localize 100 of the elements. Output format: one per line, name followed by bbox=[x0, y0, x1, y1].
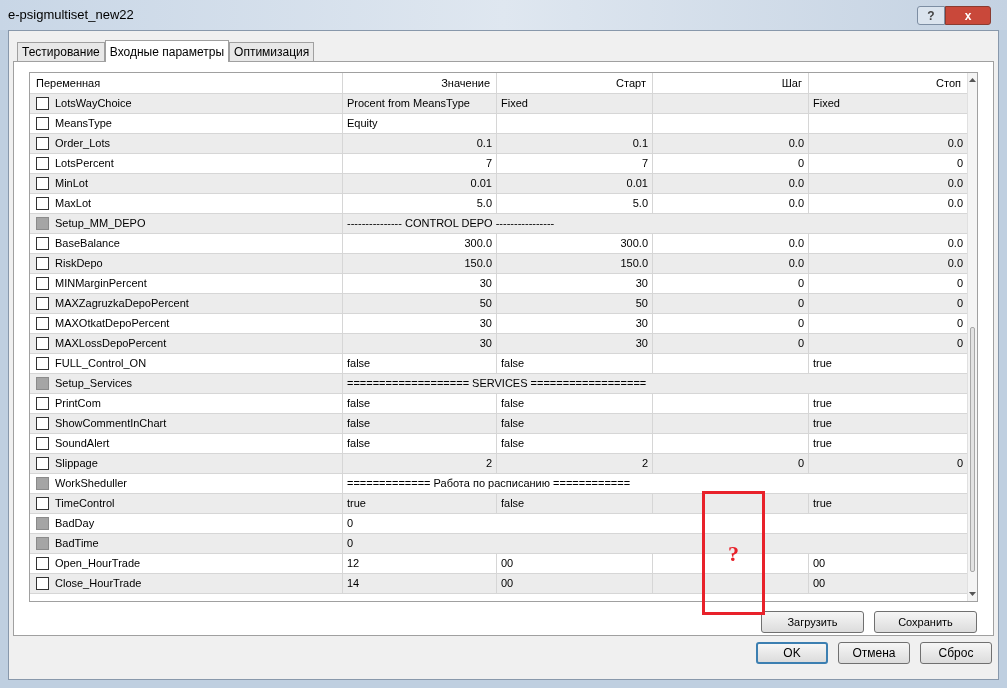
checkbox[interactable] bbox=[36, 357, 49, 370]
parameter-name: MeansType bbox=[55, 116, 112, 132]
table-cell: 12 bbox=[342, 554, 496, 573]
checkbox[interactable] bbox=[36, 437, 49, 450]
close-button[interactable]: x bbox=[945, 5, 991, 25]
table-cell: 5.0 bbox=[496, 194, 652, 213]
scroll-down-icon[interactable] bbox=[969, 592, 976, 596]
parameter-name: WorkSheduller bbox=[55, 476, 127, 492]
tab[interactable]: Оптимизация bbox=[229, 42, 315, 61]
checkbox[interactable] bbox=[36, 317, 49, 330]
table-cell: 0.1 bbox=[496, 134, 652, 153]
table-cell: 0 bbox=[652, 314, 808, 333]
table-cell: Fixed bbox=[496, 94, 652, 113]
table-cell: 0 bbox=[652, 294, 808, 313]
parameter-name: Setup_MM_DEPO bbox=[55, 216, 146, 232]
table-cell: 30 bbox=[342, 314, 496, 333]
checkbox[interactable] bbox=[36, 277, 49, 290]
table-cell: false bbox=[496, 394, 652, 413]
table-cell: 0.1 bbox=[342, 134, 496, 153]
table-cell: 0 bbox=[652, 454, 808, 473]
checkbox[interactable] bbox=[36, 157, 49, 170]
parameter-name: Slippage bbox=[55, 456, 98, 472]
table-cell: 30 bbox=[342, 334, 496, 353]
table-cell: 0 bbox=[652, 154, 808, 173]
load-button[interactable]: Загрузить bbox=[761, 611, 864, 633]
parameter-name: MINMarginPercent bbox=[55, 276, 147, 292]
table-cell: 0 bbox=[652, 274, 808, 293]
table-cell: 7 bbox=[342, 154, 496, 173]
parameter-name: MAXLossDepoPercent bbox=[55, 336, 167, 352]
table-cell: 30 bbox=[496, 334, 652, 353]
column-header[interactable]: Старт bbox=[496, 73, 652, 93]
checkbox[interactable] bbox=[36, 337, 49, 350]
table-cell: 0 bbox=[652, 334, 808, 353]
checkbox[interactable] bbox=[36, 237, 49, 250]
table-cell: 0.0 bbox=[652, 134, 808, 153]
table-cell: false bbox=[496, 494, 652, 513]
column-header[interactable]: Значение bbox=[342, 73, 496, 93]
table-cell: false bbox=[342, 354, 496, 373]
table-cell: 300.0 bbox=[496, 234, 652, 253]
table-cell: false bbox=[342, 434, 496, 453]
dialog-button[interactable]: Сброс bbox=[920, 642, 992, 664]
table-cell: Procent from MeansType bbox=[342, 94, 496, 113]
table-cell: 00 bbox=[496, 554, 652, 573]
parameter-name: BaseBalance bbox=[55, 236, 120, 252]
parameter-name: SoundAlert bbox=[55, 436, 110, 452]
checkbox[interactable] bbox=[36, 557, 49, 570]
table-cell: 14 bbox=[342, 574, 496, 593]
table-cell: 30 bbox=[342, 274, 496, 293]
checkbox[interactable] bbox=[36, 97, 49, 110]
table-cell: 50 bbox=[496, 294, 652, 313]
table-cell: 300.0 bbox=[342, 234, 496, 253]
scroll-up-icon[interactable] bbox=[969, 78, 976, 82]
parameter-name: Close_HourTrade bbox=[55, 576, 142, 592]
table-cell: 0.0 bbox=[652, 234, 808, 253]
tab[interactable]: Тестирование bbox=[17, 42, 105, 61]
table-cell: 30 bbox=[496, 314, 652, 333]
checkbox[interactable] bbox=[36, 137, 49, 150]
parameter-name: BadTime bbox=[55, 536, 99, 552]
column-header[interactable]: Переменная bbox=[30, 73, 342, 93]
help-button[interactable]: ? bbox=[917, 5, 945, 25]
checkbox[interactable] bbox=[36, 297, 49, 310]
window-title: e-psigmultiset_new22 bbox=[8, 6, 134, 25]
scrollbar[interactable] bbox=[967, 73, 977, 601]
table-cell: 30 bbox=[496, 274, 652, 293]
checkbox[interactable] bbox=[36, 177, 49, 190]
parameter-name: BadDay bbox=[55, 516, 95, 532]
table-cell: 7 bbox=[496, 154, 652, 173]
parameter-name: MAXZagruzkaDepoPercent bbox=[55, 296, 189, 312]
table-cell: 150.0 bbox=[342, 254, 496, 273]
dialog-button[interactable]: OK bbox=[756, 642, 828, 664]
parameter-name: FULL_Control_ON bbox=[55, 356, 147, 372]
dialog-button[interactable]: Отмена bbox=[838, 642, 910, 664]
checkbox[interactable] bbox=[36, 397, 49, 410]
column-header[interactable]: Шаг bbox=[652, 73, 808, 93]
checkbox[interactable] bbox=[36, 417, 49, 430]
parameter-name: Open_HourTrade bbox=[55, 556, 141, 572]
table-cell: Equity bbox=[342, 114, 496, 133]
checkbox[interactable] bbox=[36, 457, 49, 470]
checkbox[interactable] bbox=[36, 197, 49, 210]
table-cell: false bbox=[496, 354, 652, 373]
parameter-name: Order_Lots bbox=[55, 136, 111, 152]
parameter-name: ShowCommentInChart bbox=[55, 416, 167, 432]
tab[interactable]: Входные параметры bbox=[104, 40, 230, 62]
parameter-name: PrintCom bbox=[55, 396, 101, 412]
table-cell: false bbox=[496, 414, 652, 433]
table-cell: 2 bbox=[496, 454, 652, 473]
checkbox[interactable] bbox=[36, 117, 49, 130]
checkbox[interactable] bbox=[36, 497, 49, 510]
parameter-name: Setup_Services bbox=[55, 376, 133, 392]
checkbox[interactable] bbox=[36, 257, 49, 270]
parameter-name: RiskDepo bbox=[55, 256, 103, 272]
table-cell: 5.0 bbox=[342, 194, 496, 213]
parameter-name: TimeControl bbox=[55, 496, 115, 512]
table-cell: true bbox=[342, 494, 496, 513]
scroll-thumb[interactable] bbox=[970, 327, 975, 572]
table-cell: 150.0 bbox=[496, 254, 652, 273]
save-button[interactable]: Сохранить bbox=[874, 611, 977, 633]
checkbox[interactable] bbox=[36, 577, 49, 590]
table-cell: 2 bbox=[342, 454, 496, 473]
table-cell: 0.01 bbox=[342, 174, 496, 193]
